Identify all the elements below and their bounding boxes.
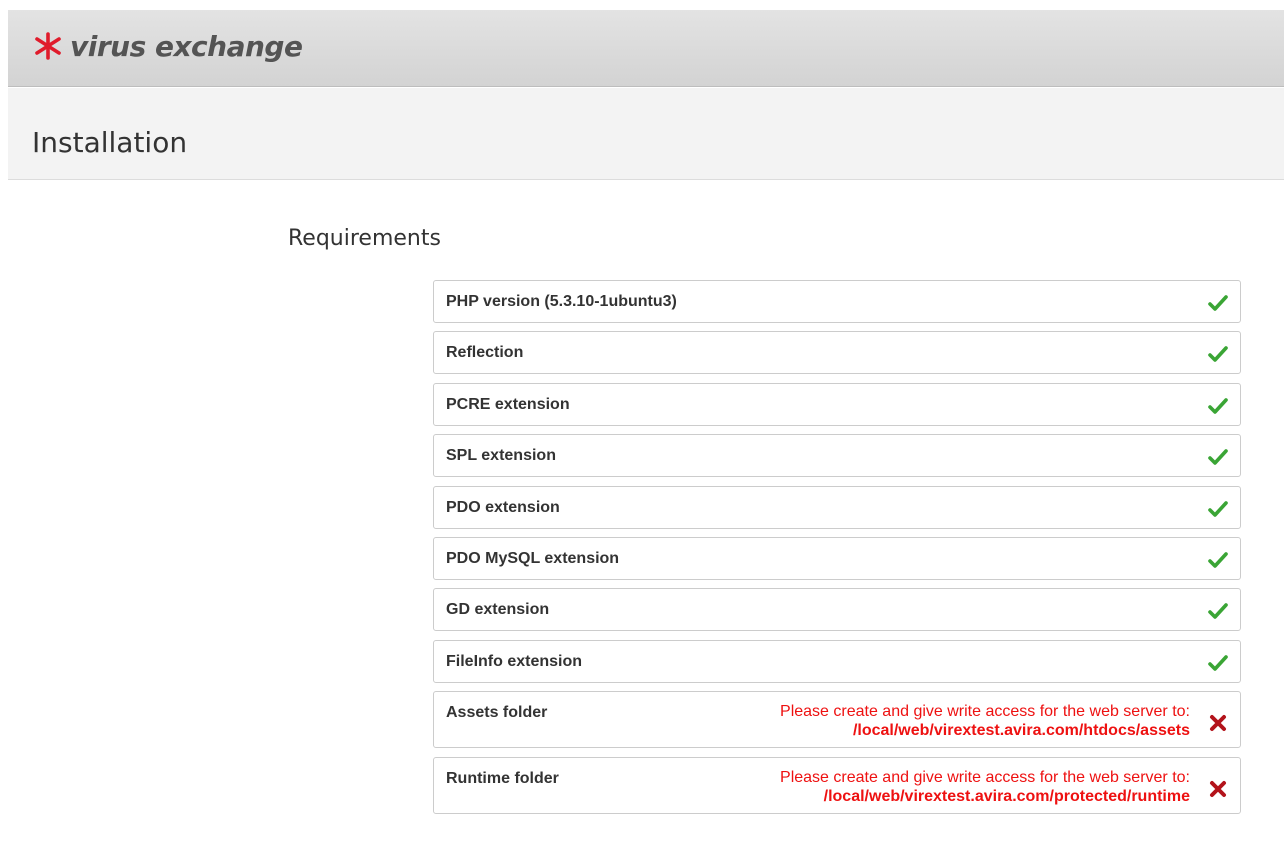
brand-name: virus exchange bbox=[70, 29, 303, 63]
requirement-label: Reflection bbox=[446, 344, 524, 362]
asterisk-logo-icon bbox=[35, 32, 61, 60]
check-icon bbox=[1208, 552, 1228, 568]
requirement-row-pdo-extension: PDO extension bbox=[433, 485, 1241, 529]
check-icon bbox=[1208, 449, 1228, 465]
requirement-row-assets-folder: Assets folder Please create and give writ… bbox=[433, 691, 1241, 749]
cross-icon bbox=[1210, 781, 1226, 798]
brand-logo[interactable]: virus exchange bbox=[32, 26, 303, 66]
error-folder-path: /local/web/virextest.avira.com/protected… bbox=[823, 788, 1190, 806]
check-icon bbox=[1208, 500, 1228, 517]
check-icon bbox=[1208, 397, 1228, 414]
check-icon bbox=[1208, 603, 1228, 620]
requirement-error-message: Please create and give write access for … bbox=[780, 702, 1190, 740]
requirement-row-php-version-5-3-10-1ubuntu3: PHP version (5.3.10-1ubuntu3) bbox=[433, 280, 1241, 323]
requirement-label: Runtime folder bbox=[446, 770, 559, 788]
requirement-row-pcre-extension: PCRE extension bbox=[433, 382, 1241, 426]
top-header-bar: virus exchange bbox=[8, 10, 1284, 87]
requirements-heading: Requirements bbox=[288, 226, 441, 251]
check-icon bbox=[1208, 295, 1228, 311]
requirement-label: SPL extension bbox=[446, 447, 556, 465]
requirement-row-fileinfo-extension: FileInfo extension bbox=[433, 639, 1241, 683]
requirement-label: PDO extension bbox=[446, 498, 560, 516]
error-message-text: Please create and give write access for … bbox=[780, 703, 1190, 721]
requirement-row-reflection: Reflection bbox=[433, 331, 1241, 375]
requirement-label: FileInfo extension bbox=[446, 652, 583, 670]
page-header: Installation bbox=[8, 88, 1284, 180]
requirement-row-runtime-folder: Runtime folder Please create and give wri… bbox=[433, 757, 1241, 815]
cross-icon bbox=[1210, 715, 1226, 732]
requirement-row-gd-extension: GD extension bbox=[433, 588, 1241, 632]
check-icon bbox=[1208, 346, 1228, 363]
requirement-error-message: Please create and give write access for … bbox=[780, 768, 1190, 806]
requirement-label: GD extension bbox=[446, 601, 550, 619]
page-title: Installation bbox=[32, 126, 188, 159]
requirement-label: PDO MySQL extension bbox=[446, 549, 620, 567]
error-message-text: Please create and give write access for … bbox=[780, 769, 1190, 787]
requirement-label: PHP version (5.3.10-1ubuntu3) bbox=[446, 293, 677, 310]
requirements-list: PHP version (5.3.10-1ubuntu3) Reflection P… bbox=[433, 280, 1241, 823]
requirement-label: PCRE extension bbox=[446, 395, 570, 413]
error-folder-path: /local/web/virextest.avira.com/htdocs/as… bbox=[852, 722, 1190, 740]
requirement-label: Assets folder bbox=[446, 704, 548, 722]
requirement-row-spl-extension: SPL extension bbox=[433, 434, 1241, 478]
check-icon bbox=[1208, 654, 1228, 671]
requirement-row-pdo-mysql-extension: PDO MySQL extension bbox=[433, 536, 1241, 580]
